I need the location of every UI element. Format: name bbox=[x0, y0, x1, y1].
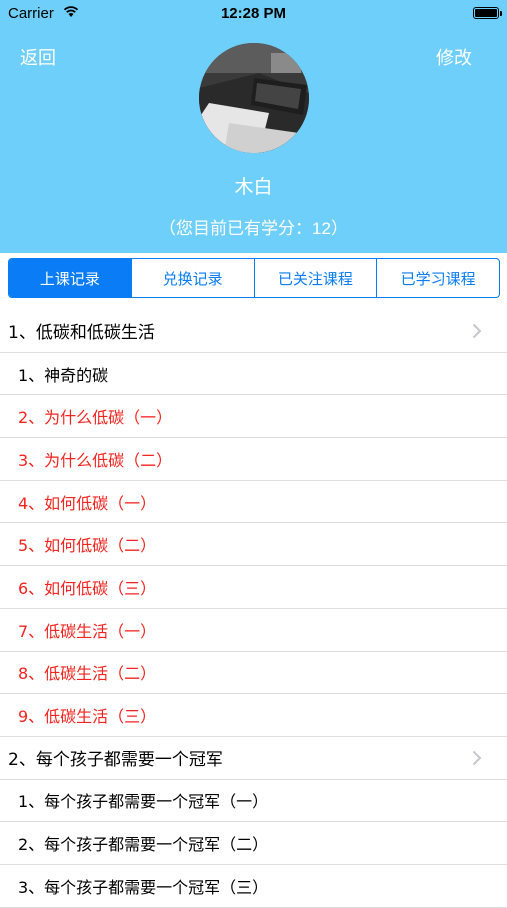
lesson-label: 1、神奇的碳 bbox=[18, 365, 109, 385]
edit-button[interactable]: 修改 bbox=[436, 44, 472, 70]
lesson-row[interactable]: 1、每个孩子都需要一个冠军（一） bbox=[0, 780, 507, 823]
lesson-label: 4、如何低碳（一） bbox=[18, 493, 157, 513]
user-name: 木白 bbox=[234, 176, 273, 198]
chevron-right-icon bbox=[472, 750, 482, 765]
lesson-row[interactable]: 4、如何低碳（一） bbox=[0, 481, 507, 524]
lesson-row[interactable]: 1、神奇的碳 bbox=[0, 353, 507, 396]
chevron-right-icon bbox=[472, 323, 482, 339]
lesson-row[interactable]: 3、每个孩子都需要一个冠军（三） bbox=[0, 865, 507, 908]
lesson-label: 3、每个孩子都需要一个冠军（三） bbox=[18, 877, 269, 897]
tab-exchange-records[interactable]: 兑换记录 bbox=[130, 259, 254, 297]
back-button[interactable]: 返回 bbox=[20, 44, 56, 70]
lesson-row[interactable]: 3、为什么低碳（二） bbox=[0, 438, 507, 481]
lesson-row[interactable]: 6、如何低碳（三） bbox=[0, 566, 507, 609]
lesson-label: 2、每个孩子都需要一个冠军（二） bbox=[18, 835, 269, 855]
lesson-row[interactable]: 2、为什么低碳（一） bbox=[0, 395, 507, 439]
status-time: 12:28 PM bbox=[220, 5, 287, 22]
battery-fill bbox=[475, 9, 497, 17]
lesson-label: 2、为什么低碳（一） bbox=[18, 408, 173, 428]
battery-icon bbox=[473, 7, 499, 19]
lesson-label: 7、低碳生活（一） bbox=[18, 621, 157, 641]
credits-suffix: ） bbox=[330, 219, 348, 239]
lesson-label: 6、如何低碳（三） bbox=[18, 578, 157, 598]
tab-studied-courses[interactable]: 已学习课程 bbox=[376, 259, 499, 297]
avatar-photo bbox=[199, 43, 309, 153]
tab-followed-courses[interactable]: 已关注课程 bbox=[253, 259, 377, 297]
lesson-label: 3、为什么低碳（二） bbox=[18, 450, 173, 470]
section-label: 1、低碳和低碳生活 bbox=[8, 323, 155, 344]
course-list: 1、低碳和低碳生活 1、神奇的碳 2、为什么低碳（一） 3、为什么低碳（二） 4… bbox=[0, 310, 507, 908]
course-section-row[interactable]: 2、每个孩子都需要一个冠军 bbox=[0, 737, 507, 780]
credits-text: （您目前已有学分：12） bbox=[0, 214, 507, 239]
tab-class-records[interactable]: 上课记录 bbox=[9, 259, 131, 297]
lesson-label: 9、低碳生活（三） bbox=[18, 707, 157, 727]
lesson-label: 8、低碳生活（二） bbox=[18, 664, 157, 684]
course-section-row[interactable]: 1、低碳和低碳生活 bbox=[0, 310, 507, 353]
credits-prefix: （您目前已有学分： bbox=[159, 219, 313, 239]
avatar[interactable] bbox=[199, 43, 309, 153]
lesson-row[interactable]: 8、低碳生活（二） bbox=[0, 652, 507, 695]
lesson-row[interactable]: 2、每个孩子都需要一个冠军（二） bbox=[0, 822, 507, 865]
lesson-row[interactable]: 7、低碳生活（一） bbox=[0, 609, 507, 652]
battery-tip bbox=[500, 11, 502, 16]
record-tabs: 上课记录 兑换记录 已关注课程 已学习课程 bbox=[8, 258, 500, 298]
status-bar: Carrier 12:28 PM bbox=[0, 0, 507, 28]
lesson-label: 5、如何低碳（二） bbox=[18, 536, 157, 556]
lesson-row[interactable]: 5、如何低碳（二） bbox=[0, 523, 507, 567]
credits-value: 12 bbox=[312, 219, 331, 238]
lesson-row[interactable]: 9、低碳生活（三） bbox=[0, 694, 507, 737]
lesson-label: 1、每个孩子都需要一个冠军（一） bbox=[18, 792, 269, 812]
section-label: 2、每个孩子都需要一个冠军 bbox=[8, 750, 223, 771]
profile-header: Carrier 12:28 PM 返回 修改 木白 （您目前已有学分：12） bbox=[0, 0, 507, 253]
